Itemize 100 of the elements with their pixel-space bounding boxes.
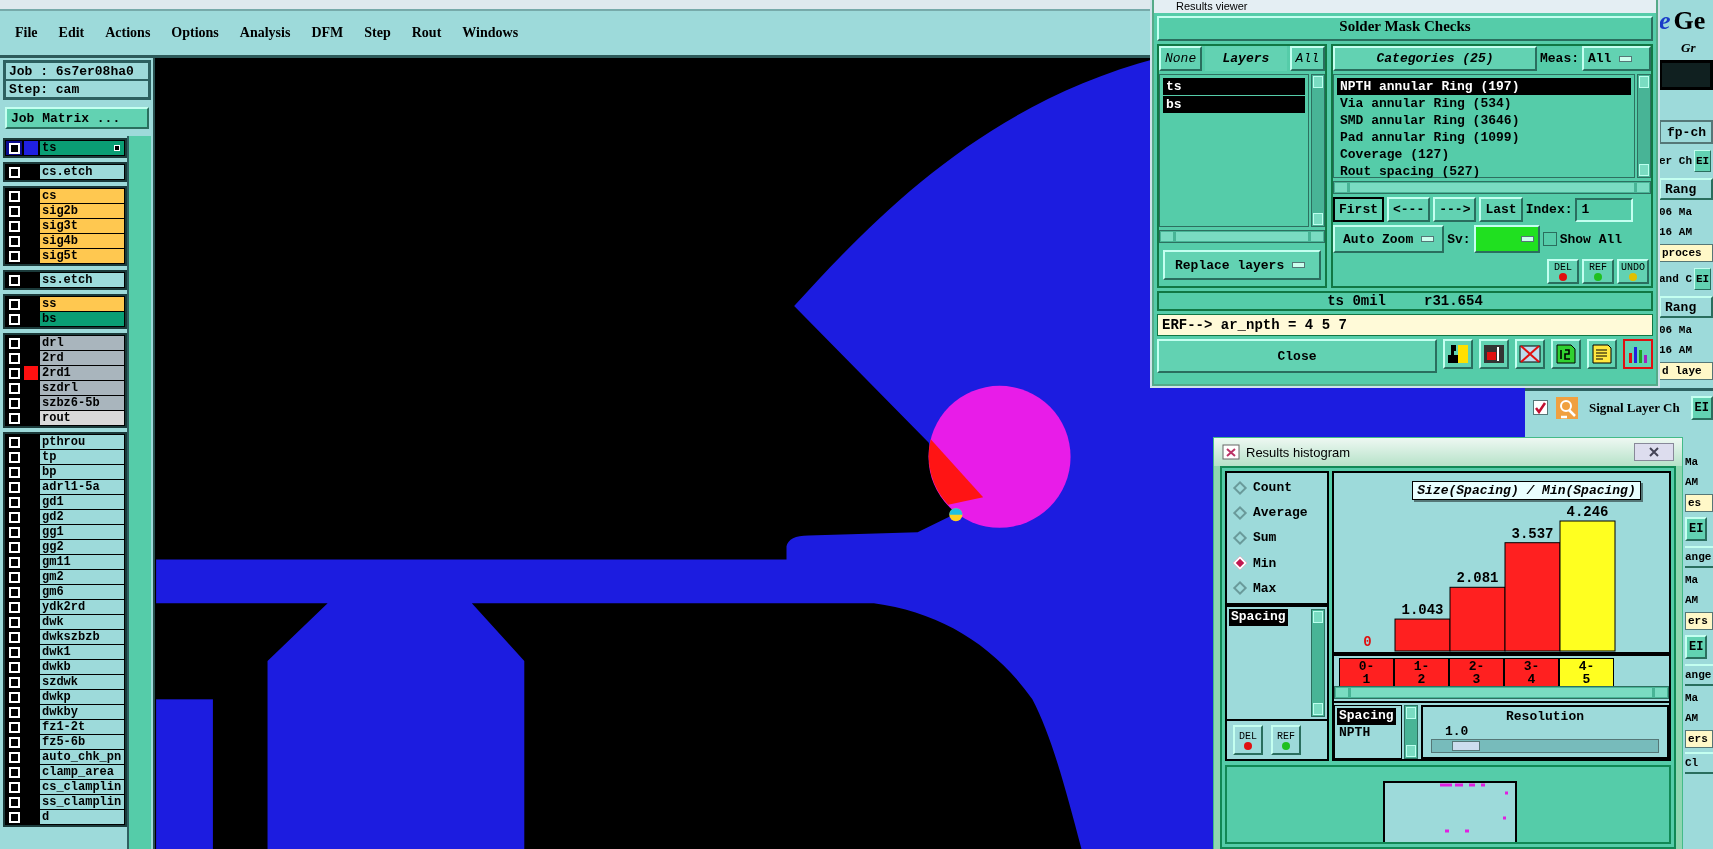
layer-item[interactable]: cs_clamplin [40, 780, 124, 794]
vertical-scrollbar[interactable] [1404, 705, 1418, 759]
layer-item[interactable]: dwkp [40, 690, 124, 704]
list-item[interactable]: Pad annular Ring (1099) [1337, 129, 1631, 146]
action-button[interactable]: REF [1582, 259, 1614, 284]
bin-button[interactable]: 1-2 [1394, 658, 1449, 688]
input-field[interactable]: ers [1685, 730, 1713, 748]
radio-option[interactable]: Count [1233, 480, 1321, 496]
layer-item[interactable]: tp [40, 450, 124, 464]
menu-item[interactable]: Step [364, 25, 391, 41]
layer-filter-button[interactable]: All [1289, 46, 1325, 71]
nav-button[interactable]: First [1333, 197, 1384, 222]
input-field[interactable]: proces [1659, 244, 1713, 262]
layer-item[interactable]: ts [40, 141, 124, 155]
menu-item[interactable]: DFM [311, 25, 344, 41]
checkbox[interactable] [1542, 232, 1557, 246]
slider-thumb[interactable] [1451, 741, 1480, 751]
layer-item[interactable]: ss [40, 297, 124, 311]
edit-button[interactable]: EI [1694, 268, 1712, 290]
layer-item[interactable]: sig4b [40, 234, 124, 248]
input-field[interactable]: ers [1685, 612, 1713, 630]
layer-item[interactable]: d [40, 810, 124, 824]
layer-item[interactable]: szbz6-5b [40, 396, 124, 410]
layer-item[interactable]: pthrou [40, 435, 124, 449]
bin-button[interactable]: 0-1 [1339, 658, 1394, 688]
menu-item[interactable]: Edit [58, 25, 85, 41]
layer-item[interactable]: rout [40, 411, 124, 425]
layer-item[interactable]: dwkby [40, 705, 124, 719]
close-button[interactable]: Close [1157, 339, 1437, 373]
layer-item[interactable]: gm6 [40, 585, 124, 599]
layer-item[interactable]: cs [40, 189, 124, 203]
layer-item[interactable]: gg2 [40, 540, 124, 554]
index-field[interactable]: 1 [1575, 197, 1634, 222]
layer-item[interactable]: sig5t [40, 249, 124, 263]
action-button[interactable]: DEL [1233, 725, 1263, 755]
layer-item[interactable]: gm2 [40, 570, 124, 584]
layer-filter-button[interactable]: None [1159, 46, 1203, 71]
checkbox[interactable] [1533, 400, 1548, 415]
layer-item[interactable]: clamp_area [40, 765, 124, 779]
list-item[interactable]: Via annular Ring (534) [1337, 95, 1631, 112]
nav-button[interactable]: <--- [1387, 197, 1431, 222]
meas-dropdown[interactable]: All [1582, 46, 1651, 71]
expand-icon[interactable] [114, 145, 120, 151]
bin-button[interactable]: 2-3 [1449, 658, 1504, 688]
close-button[interactable] [1634, 443, 1674, 461]
layer-item[interactable]: bs [40, 312, 124, 326]
action-button[interactable]: UNDO [1617, 259, 1649, 284]
list-item[interactable]: bs [1163, 96, 1305, 113]
edit-button[interactable]: EI [1685, 635, 1708, 659]
layer-item[interactable]: adrl1-5a [40, 480, 124, 494]
layer-item[interactable]: gd1 [40, 495, 124, 509]
layer-item[interactable]: sig3t [40, 219, 124, 233]
vertical-scrollbar[interactable] [1637, 74, 1651, 178]
edit-button[interactable]: EI [1685, 517, 1708, 541]
layer-filter-button[interactable]: Layers [1205, 46, 1287, 71]
list-item[interactable]: NPTH annular Ring (197) [1337, 78, 1631, 95]
layer-item[interactable]: auto_chk_pn [40, 750, 124, 764]
menu-item[interactable]: Windows [462, 25, 519, 41]
layer-item[interactable]: cs.etch [40, 165, 124, 179]
layer-item[interactable]: dwk1 [40, 645, 124, 659]
bin-button[interactable]: 4-5 [1559, 658, 1614, 688]
layer-item[interactable]: gd2 [40, 510, 124, 524]
list-item[interactable]: NPTH [1337, 725, 1373, 742]
nav-button[interactable]: ---> [1433, 197, 1477, 222]
zoom-mode-dropdown[interactable]: Auto Zoom [1333, 225, 1445, 253]
radio-option[interactable]: Max [1233, 580, 1321, 596]
list-item[interactable]: Spacing [1337, 708, 1396, 725]
layer-item[interactable]: fz5-6b [40, 735, 124, 749]
vertical-scrollbar[interactable] [1311, 609, 1325, 717]
layer-item[interactable]: ydk2rd [40, 600, 124, 614]
layer-item[interactable]: szdrl [40, 381, 124, 395]
layer-item[interactable]: 2rd1 [40, 366, 124, 380]
menu-item[interactable]: File [15, 25, 38, 41]
horizontal-scrollbar[interactable] [1333, 181, 1651, 194]
action-button[interactable]: DEL [1547, 259, 1579, 284]
action-button[interactable]: REF [1271, 725, 1301, 755]
layer-item[interactable]: drl [40, 336, 124, 350]
layer-item[interactable]: ss_clamplin [40, 795, 124, 809]
input-field[interactable]: es [1685, 494, 1713, 512]
menu-item[interactable]: Options [171, 25, 219, 41]
menu-item[interactable]: Actions [105, 25, 151, 41]
layer-item[interactable]: dwkb [40, 660, 124, 674]
list-item[interactable]: Rout spacing (527) [1337, 163, 1631, 180]
radio-option[interactable]: Average [1233, 505, 1321, 521]
horizontal-scrollbar[interactable] [1159, 230, 1325, 243]
layer-item[interactable]: bp [40, 465, 124, 479]
layer-item[interactable]: dwk [40, 615, 124, 629]
scroll-strip[interactable] [127, 136, 151, 849]
list-item[interactable]: SMD annular Ring (3646) [1337, 112, 1631, 129]
list-item[interactable]: Spacing [1229, 609, 1288, 626]
layer-item[interactable]: fz1-2t [40, 720, 124, 734]
layer-item[interactable]: gm11 [40, 555, 124, 569]
radio-option[interactable]: Min [1233, 555, 1321, 571]
menu-item[interactable]: Rout [411, 25, 442, 41]
list-item[interactable]: Coverage (127) [1337, 146, 1631, 163]
input-field[interactable]: d laye [1659, 362, 1713, 380]
bin-button[interactable]: 3-4 [1504, 658, 1559, 688]
layer-item[interactable]: sig2b [40, 204, 124, 218]
job-matrix-button[interactable]: Job Matrix ... [5, 107, 149, 129]
horizontal-scrollbar[interactable] [1334, 686, 1669, 699]
